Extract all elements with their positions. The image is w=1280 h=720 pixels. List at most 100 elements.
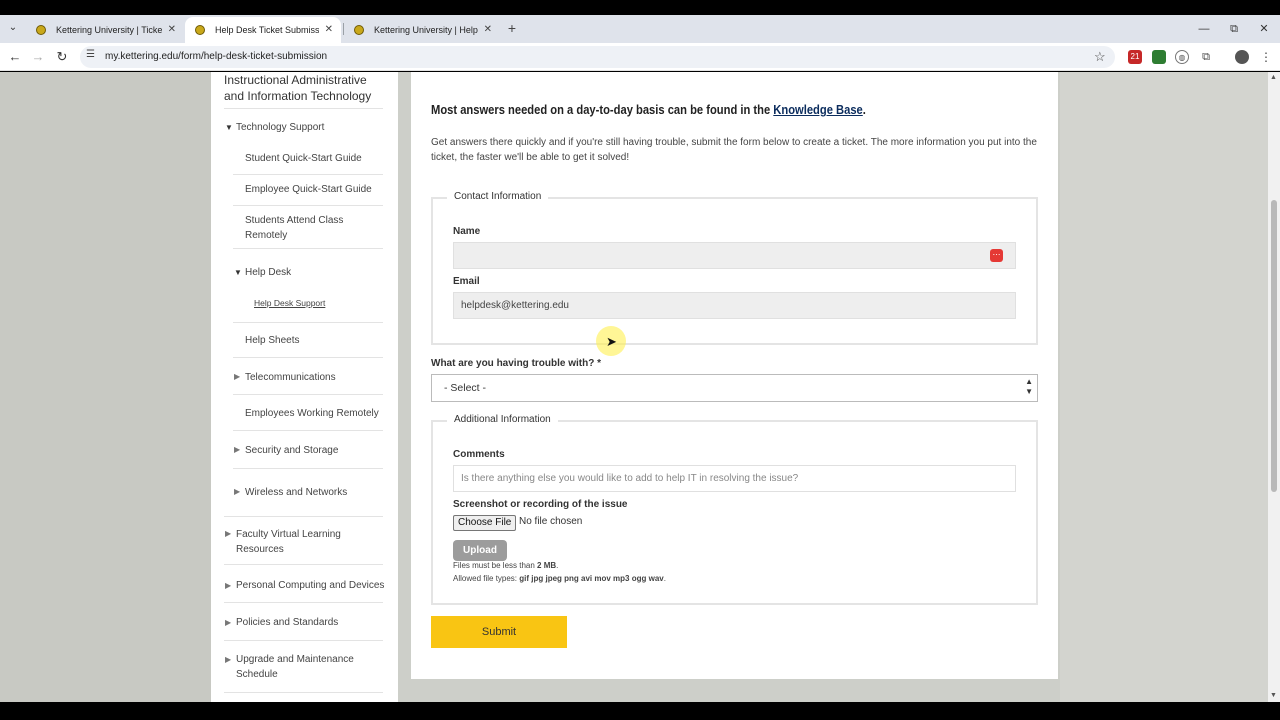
extension-green-icon[interactable] [1152,50,1166,64]
top-black-bar [0,0,1280,15]
sidebar-item-help-desk[interactable]: Help Desk [245,265,291,280]
sidebar-item-students-attend-class[interactable]: Students Attend Class Remotely [245,213,365,243]
kettering-favicon-icon [36,25,46,35]
sidebar-item-upgrade-maintenance[interactable]: Upgrade and Maintenance Schedule [236,652,366,682]
extension-calendar-icon[interactable]: 21 [1128,50,1142,64]
file-size-note: Files must be less than 2 MB. [453,561,559,570]
intro-text: Get answers there quickly and if you're … [431,137,1037,163]
caret-right-icon[interactable]: ▶ [234,487,240,496]
profile-avatar-icon[interactable] [1235,50,1249,64]
sidebar-group-technology-support[interactable]: Technology Support [236,120,324,135]
file-types-note: Allowed file types: gif jpg jpeg png avi… [453,574,666,583]
comments-input[interactable]: Is there anything else you would like to… [453,465,1016,492]
reload-icon[interactable]: ↻ [52,47,72,67]
size-note-value: 2 MB [537,561,557,570]
caret-right-icon[interactable]: ▶ [234,372,240,381]
tab-help-sheets[interactable]: Kettering University | Help Shee ✕ [344,17,500,43]
more-menu-icon[interactable]: ⋮ [1259,50,1273,64]
caret-right-icon[interactable]: ▶ [234,445,240,454]
extension-globe-icon[interactable]: ◍ [1175,50,1189,64]
scroll-thumb[interactable] [1271,200,1277,492]
name-input[interactable] [453,242,1016,269]
divider [233,248,383,249]
divider [224,108,383,109]
trouble-label: What are you having trouble with? * [431,358,602,369]
forward-arrow-icon[interactable]: → [28,47,48,67]
caret-down-icon[interactable]: ▼ [225,123,233,132]
sidebar-item-policies-standards[interactable]: Policies and Standards [236,615,338,630]
tab-strip: ⌄ Kettering University | Ticket ✕ Help D… [0,15,1280,43]
divider [224,516,383,517]
screen: ⌄ Kettering University | Ticket ✕ Help D… [0,0,1280,720]
heading-period: . [862,102,866,117]
size-note-prefix: Files must be less than [453,561,535,570]
scroll-down-arrow-icon[interactable]: ▼ [1270,692,1277,699]
sidebar-item-student-quick-start[interactable]: Student Quick-Start Guide [245,151,362,166]
bookmark-star-icon[interactable]: ☆ [1094,46,1106,68]
sidebar-item-help-sheets[interactable]: Help Sheets [245,333,299,348]
back-arrow-icon[interactable]: ← [5,47,25,67]
sidebar-item-wireless-networks[interactable]: Wireless and Networks [245,485,347,500]
sidebar-item-personal-computing[interactable]: Personal Computing and Devices [236,578,384,593]
trouble-select[interactable]: - Select - ▲ ▼ [431,374,1038,402]
caret-right-icon[interactable]: ▶ [225,655,231,664]
divider [233,394,383,395]
divider [233,468,383,469]
sidebar-item-help-desk-support[interactable]: Help Desk Support [254,298,325,308]
site-info-icon[interactable]: ☰ [86,49,95,60]
close-tab-icon[interactable]: ✕ [484,17,492,43]
tab-title: Kettering University | Ticket [56,25,162,35]
sidebar-item-faculty-virtual-learning[interactable]: Faculty Virtual Learning Resources [236,527,366,557]
sidebar-item-security-storage[interactable]: Security and Storage [245,443,338,458]
new-tab-button[interactable]: + [505,15,519,41]
background-right [1060,72,1268,702]
caret-right-icon[interactable]: ▶ [225,618,231,627]
kettering-favicon-icon [354,25,364,35]
close-tab-icon[interactable]: ✕ [325,17,333,43]
extensions-puzzle-icon[interactable]: ⧉ [1199,50,1213,64]
minimize-button[interactable]: — [1189,15,1219,43]
page-scrollbar[interactable]: ▲ ▼ [1268,72,1280,702]
caret-down-icon[interactable]: ▼ [234,268,242,277]
close-tab-icon[interactable]: ✕ [168,17,176,43]
tab-help-desk-submission[interactable]: Help Desk Ticket Submission | K ✕ [185,17,341,43]
additional-legend: Additional Information [447,414,558,425]
submit-button[interactable]: Submit [431,616,567,648]
sidebar-item-telecommunications[interactable]: Telecommunications [245,370,336,385]
choose-file-button[interactable]: Choose File [453,515,517,531]
tab-ticket[interactable]: Kettering University | Ticket ✕ [26,17,184,43]
contact-legend: Contact Information [447,191,549,202]
password-manager-icon[interactable]: ⋯ [990,249,1003,262]
comments-label: Comments [453,449,505,460]
restore-button[interactable]: ⧉ [1219,15,1249,43]
mouse-cursor-icon: ➤ [606,334,617,349]
sidebar-item-employee-quick-start[interactable]: Employee Quick-Start Guide [245,182,372,197]
select-arrows-icon: ▲ ▼ [1025,377,1033,396]
additional-information-fieldset: Additional Information Comments Is there… [431,414,1038,605]
no-file-text: No file chosen [519,516,583,527]
caret-right-icon[interactable]: ▶ [225,581,231,590]
types-note-value: gif jpg jpeg png avi mov mp3 ogg wav [519,574,664,583]
divider [224,602,383,603]
email-input[interactable]: helpdesk@kettering.edu [453,292,1016,319]
divider [224,692,383,693]
divider [233,430,383,431]
browser-toolbar: ← → ↻ ☰ my.kettering.edu/form/help-desk-… [0,43,1280,71]
divider [233,205,383,206]
sidebar-nav: Instructional Administrative and Informa… [211,72,398,702]
caret-right-icon[interactable]: ▶ [225,529,231,538]
tab-search-chevron-icon[interactable]: ⌄ [4,19,22,37]
heading-text: Most answers needed on a day-to-day basi… [431,102,771,117]
close-window-button[interactable]: ✕ [1249,15,1279,43]
knowledge-base-link[interactable]: Knowledge Base [773,102,862,117]
divider [224,640,383,641]
tab-title: Help Desk Ticket Submission | K [215,25,319,35]
tab-title: Kettering University | Help Shee [374,25,478,35]
sidebar-item-employees-working-remotely[interactable]: Employees Working Remotely [245,406,379,421]
upload-button[interactable]: Upload [453,540,507,561]
scroll-up-arrow-icon[interactable]: ▲ [1270,74,1277,81]
address-bar[interactable]: ☰ my.kettering.edu/form/help-desk-ticket… [80,46,1115,68]
sidebar-section-title[interactable]: Instructional Administrative and Informa… [224,72,384,104]
url-text: my.kettering.edu/form/help-desk-ticket-s… [105,51,328,62]
divider [233,322,383,323]
